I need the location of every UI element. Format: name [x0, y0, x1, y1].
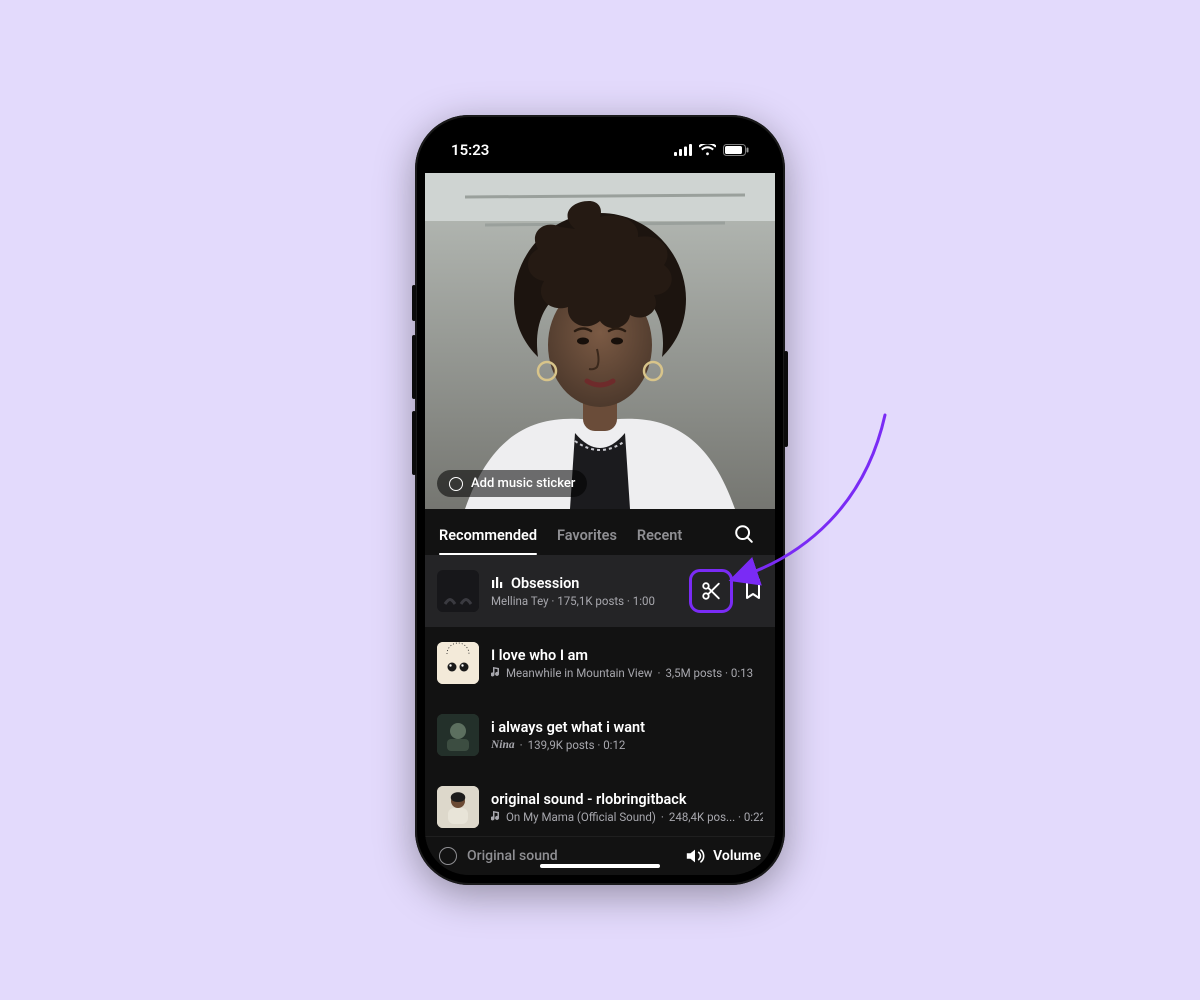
status-indicators: [674, 144, 749, 156]
home-indicator[interactable]: [540, 864, 660, 868]
bottom-controls: Original sound Volume: [425, 836, 775, 875]
track-title: i always get what i want: [491, 719, 763, 736]
music-tabs: Recommended Favorites Recent: [425, 509, 775, 555]
scissors-icon: [700, 580, 722, 602]
track-thumbnail[interactable]: [437, 642, 479, 684]
phone-side-button: [412, 335, 416, 399]
tab-recommended[interactable]: Recommended: [439, 519, 537, 554]
phone-frame: 15:23: [415, 115, 785, 885]
volume-button[interactable]: Volume: [685, 847, 761, 865]
wifi-icon: [699, 144, 716, 156]
now-playing-icon: [491, 576, 505, 590]
cellular-signal-icon: [674, 144, 692, 156]
video-preview[interactable]: Add music sticker: [425, 173, 775, 509]
tab-favorites[interactable]: Favorites: [557, 519, 617, 554]
track-title: Obsession: [491, 575, 677, 592]
original-sound-label: Original sound: [467, 848, 558, 864]
add-music-sticker-button[interactable]: Add music sticker: [437, 470, 587, 497]
radio-unchecked-icon: [439, 847, 457, 865]
track-subtitle: Meanwhile in Mountain View · 3,5M posts …: [491, 666, 763, 680]
search-icon: [733, 523, 755, 545]
trim-audio-button[interactable]: [689, 569, 733, 613]
bookmark-button[interactable]: [743, 578, 763, 604]
status-time: 15:23: [451, 141, 489, 159]
track-row[interactable]: i always get what i want Nina · 139,9K p…: [425, 699, 775, 771]
track-thumbnail[interactable]: [437, 570, 479, 612]
volume-icon: [685, 847, 705, 865]
original-sound-toggle[interactable]: Original sound: [439, 847, 558, 865]
track-subtitle: Nina · 139,9K posts · 0:12: [491, 738, 763, 752]
phone-side-button: [412, 285, 416, 321]
search-button[interactable]: [727, 517, 761, 555]
bookmark-icon: [743, 578, 763, 600]
phone-screen: 15:23: [425, 125, 775, 875]
radio-unchecked-icon: [449, 477, 463, 491]
track-subtitle: Mellina Tey · 175,1K posts · 1:00: [491, 594, 677, 608]
music-note-icon: [491, 667, 501, 678]
track-list[interactable]: Obsession Mellina Tey · 175,1K posts · 1…: [425, 555, 775, 836]
phone-side-button: [784, 351, 788, 447]
track-thumbnail[interactable]: [437, 714, 479, 756]
tab-recent[interactable]: Recent: [637, 519, 682, 554]
dynamic-island: [548, 135, 652, 165]
track-thumbnail[interactable]: [437, 786, 479, 828]
music-note-icon: [491, 811, 501, 822]
track-title: I love who I am: [491, 647, 763, 664]
battery-icon: [723, 144, 749, 156]
volume-label: Volume: [713, 848, 761, 864]
track-title: original sound - rlobringitback: [491, 791, 763, 808]
music-picker-panel: Recommended Favorites Recent: [425, 509, 775, 875]
track-row[interactable]: original sound - rlobringitback On My Ma…: [425, 771, 775, 836]
phone-side-button: [412, 411, 416, 475]
add-music-sticker-label: Add music sticker: [471, 476, 575, 491]
track-subtitle: On My Mama (Official Sound) · 248,4K pos…: [491, 810, 763, 824]
track-row[interactable]: Obsession Mellina Tey · 175,1K posts · 1…: [425, 555, 775, 627]
track-row[interactable]: I love who I am Meanwhile in Mountain Vi…: [425, 627, 775, 699]
